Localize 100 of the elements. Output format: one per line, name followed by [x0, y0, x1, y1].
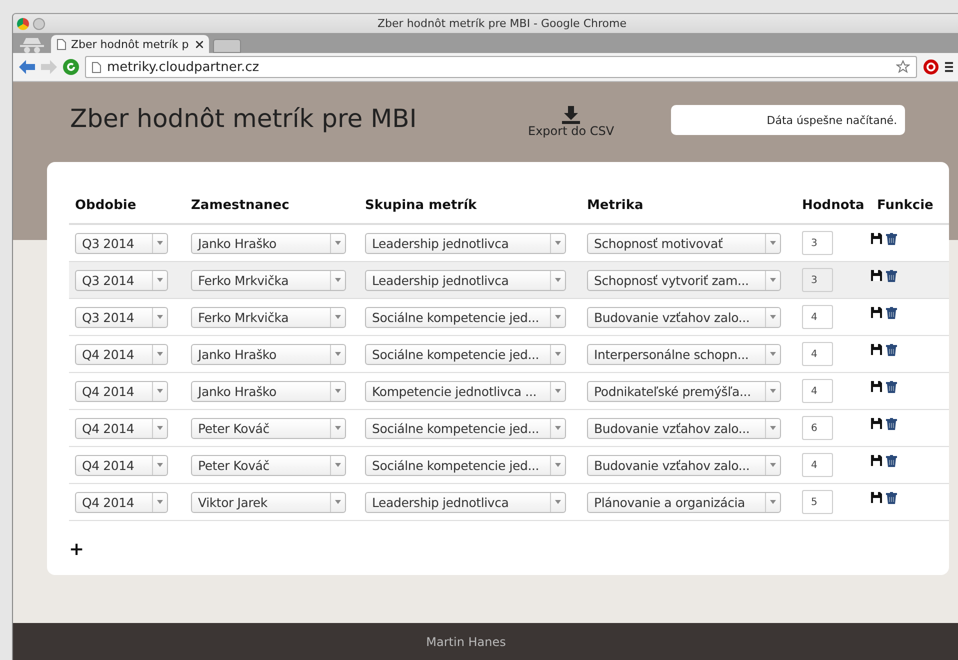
- dropdown[interactable]: Kompetencie jednotlivca ...: [365, 380, 566, 402]
- address-bar[interactable]: metriky.cloudpartner.cz: [85, 56, 917, 78]
- browser-tab[interactable]: Zber hodnôt metrík p: [51, 35, 209, 53]
- save-icon[interactable]: [871, 381, 882, 392]
- dropdown[interactable]: Janko Hraško: [191, 232, 346, 254]
- dropdown[interactable]: Budovanie vzťahov zalo...: [587, 306, 781, 328]
- footer-text: Martin Hanes: [426, 635, 506, 649]
- value-field[interactable]: 5: [802, 490, 833, 514]
- dropdown[interactable]: Sociálne kompetencie jed...: [365, 454, 566, 476]
- add-row-button[interactable]: +: [69, 539, 84, 560]
- dropdown[interactable]: Plánovanie a organizácia: [587, 492, 781, 512]
- dropdown[interactable]: Janko Hraško: [191, 380, 346, 402]
- dropdown[interactable]: Viktor Jarek: [191, 492, 346, 512]
- save-icon[interactable]: [871, 233, 882, 244]
- dropdown[interactable]: Leadership jednotlivca: [365, 492, 566, 512]
- back-icon[interactable]: [19, 60, 35, 74]
- trash-icon[interactable]: [886, 492, 897, 504]
- value-field[interactable]: 3: [802, 268, 833, 292]
- caret-icon: [770, 426, 776, 430]
- caret-icon: [770, 500, 776, 504]
- save-icon[interactable]: [871, 492, 882, 503]
- column-header: Hodnota: [801, 198, 866, 213]
- dropdown[interactable]: Q4 2014: [75, 454, 168, 476]
- menu-icon[interactable]: [945, 62, 953, 72]
- caret-icon: [555, 500, 561, 504]
- star-icon[interactable]: [896, 60, 910, 74]
- value-field[interactable]: 3: [802, 231, 833, 255]
- save-icon[interactable]: [871, 418, 882, 429]
- trash-icon[interactable]: [886, 455, 897, 467]
- window-title: Zber hodnôt metrík pre MBI - Google Chrome: [376, 17, 628, 30]
- caret-icon: [335, 426, 341, 430]
- trash-icon[interactable]: [886, 270, 897, 282]
- dropdown[interactable]: Peter Kováč: [191, 454, 346, 476]
- download-icon: [562, 106, 580, 124]
- dropdown[interactable]: Q3 2014: [75, 306, 168, 328]
- dropdown[interactable]: Q4 2014: [75, 380, 168, 402]
- page-title: Zber hodnôt metrík pre MBI: [70, 104, 418, 133]
- value-field[interactable]: 6: [802, 416, 833, 440]
- dropdown[interactable]: Budovanie vzťahov zalo...: [587, 454, 781, 476]
- extension-icon[interactable]: [923, 59, 939, 75]
- page-icon: [92, 62, 101, 72]
- column-header: Skupina metrík: [364, 198, 478, 213]
- caret-icon: [770, 389, 776, 393]
- export-button[interactable]: Export do CSV: [528, 106, 614, 138]
- trash-icon[interactable]: [886, 418, 897, 430]
- chrome-logo-icon: [17, 18, 29, 30]
- trash-icon[interactable]: [886, 307, 897, 319]
- dropdown[interactable]: Podnikateľské premýšľa...: [587, 380, 781, 402]
- caret-icon: [335, 315, 341, 319]
- dropdown[interactable]: Janko Hraško: [191, 344, 346, 364]
- dropdown[interactable]: Ferko Mrkvička: [191, 306, 346, 328]
- dropdown[interactable]: Leadership jednotlivca: [365, 232, 566, 254]
- dropdown[interactable]: Ferko Mrkvička: [191, 270, 346, 290]
- dropdown[interactable]: Q4 2014: [75, 344, 168, 364]
- dropdown[interactable]: Schopnosť vytvoriť zam...: [587, 270, 781, 290]
- value-field[interactable]: 4: [802, 305, 833, 329]
- caret-icon: [770, 315, 776, 319]
- caret-icon: [555, 463, 561, 467]
- column-header: Obdobie: [74, 198, 138, 213]
- dropdown[interactable]: Interpersonálne schopn...: [587, 344, 781, 364]
- dropdown[interactable]: Sociálne kompetencie jed...: [365, 344, 566, 364]
- caret-icon: [157, 389, 163, 393]
- dropdown[interactable]: Peter Kováč: [191, 418, 346, 438]
- save-icon[interactable]: [871, 344, 882, 355]
- trash-icon[interactable]: [886, 381, 897, 393]
- incognito-icon: [17, 37, 47, 53]
- value-field[interactable]: 4: [802, 342, 833, 366]
- dropdown[interactable]: Sociálne kompetencie jed...: [365, 418, 566, 438]
- save-icon[interactable]: [871, 270, 882, 281]
- trash-icon[interactable]: [886, 233, 897, 245]
- dropdown[interactable]: Q3 2014: [75, 270, 168, 290]
- caret-icon: [157, 315, 163, 319]
- save-icon[interactable]: [871, 455, 882, 466]
- value-field[interactable]: 4: [802, 379, 833, 403]
- save-icon[interactable]: [871, 307, 882, 318]
- caret-icon: [335, 389, 341, 393]
- caret-icon: [157, 352, 163, 356]
- reload-icon[interactable]: [63, 59, 79, 75]
- caret-icon: [335, 500, 341, 504]
- caret-icon: [335, 278, 341, 282]
- dropdown[interactable]: Schopnosť motivovať: [587, 232, 781, 254]
- value-field[interactable]: 4: [802, 453, 833, 477]
- dropdown[interactable]: Q4 2014: [75, 418, 168, 438]
- caret-icon: [335, 352, 341, 356]
- column-header: Zamestnanec: [190, 198, 290, 213]
- dropdown[interactable]: Sociálne kompetencie jed...: [365, 306, 566, 328]
- page-icon: [57, 38, 66, 50]
- dropdown[interactable]: Budovanie vzťahov zalo...: [587, 418, 781, 438]
- dropdown[interactable]: Q3 2014: [75, 232, 168, 254]
- caret-icon: [770, 352, 776, 356]
- dropdown[interactable]: Leadership jednotlivca: [365, 270, 566, 290]
- dropdown[interactable]: Q4 2014: [75, 492, 168, 512]
- caret-icon: [157, 278, 163, 282]
- caret-icon: [770, 463, 776, 467]
- column-header: Funkcie: [876, 198, 934, 213]
- trash-icon[interactable]: [886, 344, 897, 356]
- caret-icon: [770, 278, 776, 282]
- close-icon[interactable]: [196, 40, 203, 48]
- column-header: Metrika: [586, 198, 644, 213]
- caret-icon: [157, 500, 163, 504]
